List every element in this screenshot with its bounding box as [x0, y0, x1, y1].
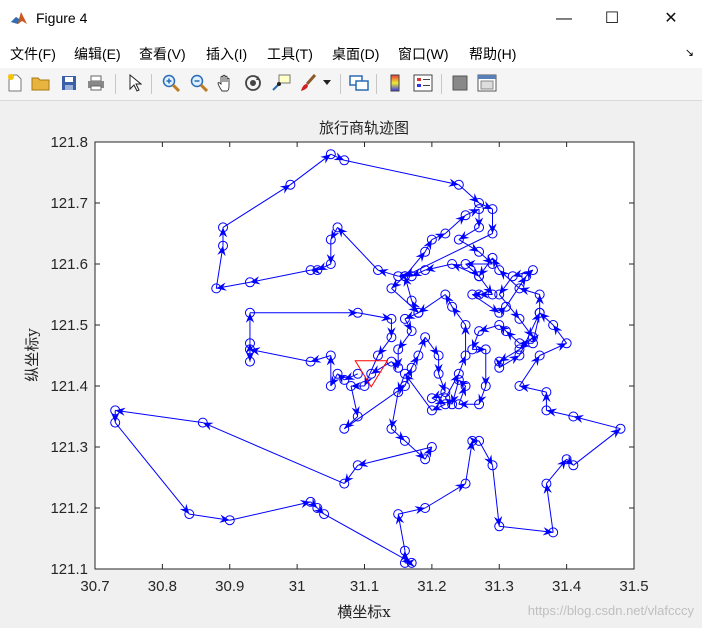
x-tick-label: 31	[289, 578, 306, 595]
close-button[interactable]: ✕	[648, 0, 694, 38]
toolbar-separator	[441, 74, 442, 94]
hide-plot-tools-icon[interactable]	[449, 72, 471, 94]
show-plot-tools-icon[interactable]	[476, 72, 498, 94]
figure-canvas: 旅行商轨迹图 横坐标x 纵坐标y 30.7 30.8 30.9 31 31.1 31.2 3…	[0, 101, 702, 628]
figure-toolbar	[0, 68, 702, 101]
y-tick-label: 121.3	[50, 439, 88, 456]
menu-view[interactable]: 查看(V)	[139, 44, 186, 64]
y-tick-label: 121.8	[50, 134, 88, 151]
y-tick-label: 121.5	[50, 317, 88, 334]
y-axis-label: 纵坐标y	[23, 328, 41, 382]
y-tick-label: 121.2	[50, 500, 88, 517]
x-tick-label: 30.7	[80, 578, 109, 595]
y-tick-label: 121.1	[50, 561, 88, 578]
minimize-icon: —	[556, 10, 572, 27]
x-axis-label: 横坐标x	[337, 603, 391, 621]
menu-file[interactable]: 文件(F)	[10, 44, 56, 64]
close-icon: ✕	[664, 10, 678, 27]
toolbar-separator	[376, 74, 377, 94]
x-tick-label: 31.5	[619, 578, 648, 595]
window-titlebar: Figure 4 — ☐ ✕	[0, 0, 702, 38]
y-tick-label: 121.7	[50, 195, 88, 212]
x-tick-label: 31.1	[350, 578, 379, 595]
minimize-button[interactable]: —	[541, 0, 587, 38]
window-title: Figure 4	[36, 10, 88, 26]
zoom-in-icon[interactable]	[160, 72, 182, 94]
toolbar-separator	[115, 74, 116, 94]
x-tick-label: 30.8	[148, 578, 177, 595]
y-tick-label: 121.6	[50, 256, 88, 273]
menu-tools[interactable]: 工具(T)	[267, 44, 313, 64]
rotate-3d-icon[interactable]	[242, 72, 264, 94]
menu-overflow-icon[interactable]: ↘	[685, 46, 694, 59]
maximize-button[interactable]: ☐	[589, 0, 635, 38]
brush-dropdown-icon[interactable]	[320, 72, 334, 94]
brush-icon[interactable]	[297, 72, 319, 94]
legend-icon[interactable]	[412, 72, 434, 94]
chart-title: 旅行商轨迹图	[319, 119, 409, 137]
print-icon[interactable]	[85, 72, 107, 94]
toolbar-separator	[340, 74, 341, 94]
tsp-route-plot[interactable]: 旅行商轨迹图 横坐标x 纵坐标y 30.7 30.8 30.9 31 31.1 31.2 3…	[0, 101, 702, 628]
data-cursor-icon[interactable]	[270, 72, 292, 94]
menu-desktop[interactable]: 桌面(D)	[332, 44, 379, 64]
menu-window[interactable]: 窗口(W)	[398, 44, 449, 64]
maximize-icon: ☐	[604, 10, 620, 27]
pan-icon[interactable]	[215, 72, 237, 94]
watermark-text: https://blog.csdn.net/vlafcccy	[527, 603, 694, 618]
matlab-logo-icon	[10, 9, 28, 27]
x-tick-label: 31.2	[417, 578, 446, 595]
open-file-icon[interactable]	[30, 72, 52, 94]
new-figure-icon[interactable]	[4, 72, 26, 94]
menu-edit[interactable]: 编辑(E)	[74, 44, 121, 64]
toolbar-separator	[151, 74, 152, 94]
colorbar-icon[interactable]	[384, 72, 406, 94]
x-tick-label: 31.4	[552, 578, 581, 595]
plot-area	[95, 142, 634, 569]
menu-help[interactable]: 帮助(H)	[469, 44, 516, 64]
menu-insert[interactable]: 插入(I)	[206, 44, 247, 64]
x-tick-label: 30.9	[215, 578, 244, 595]
x-tick-label: 31.3	[485, 578, 514, 595]
pointer-icon[interactable]	[124, 72, 146, 94]
menubar: 文件(F) 编辑(E) 查看(V) 插入(I) 工具(T) 桌面(D) 窗口(W…	[0, 38, 702, 68]
zoom-out-icon[interactable]	[188, 72, 210, 94]
save-icon[interactable]	[58, 72, 80, 94]
y-tick-label: 121.4	[50, 378, 88, 395]
link-plot-icon[interactable]	[348, 72, 370, 94]
